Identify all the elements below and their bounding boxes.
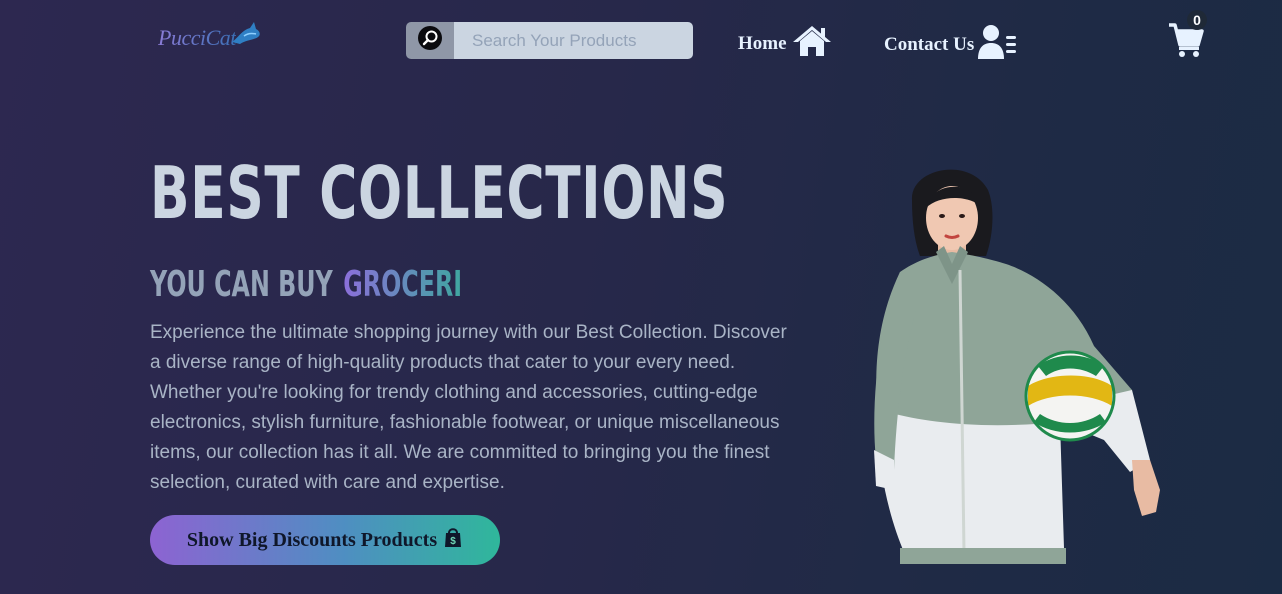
cart-icon xyxy=(1168,23,1204,62)
house-icon xyxy=(791,24,833,64)
nav-contact-label: Contact Us xyxy=(884,34,975,55)
cart-button[interactable]: 0 xyxy=(1168,10,1208,62)
hero-description: Experience the ultimate shopping journey… xyxy=(150,322,787,493)
svg-text:$: $ xyxy=(450,536,456,547)
cta-label: Show Big Discounts Products xyxy=(186,528,438,551)
brand-logo[interactable]: PucciCat xyxy=(158,20,268,56)
hero-title: BEST COLLECTIONS xyxy=(150,151,729,235)
nav-contact-link[interactable]: Contact Us xyxy=(884,24,1018,66)
user-lines-icon xyxy=(978,24,1018,66)
show-discounts-button[interactable]: Show Big Discounts Products $ xyxy=(150,515,500,565)
hero-subtitle-accent: GROCERI xyxy=(343,264,463,305)
cart-count-badge: 0 xyxy=(1187,10,1207,30)
hero-model-image xyxy=(860,160,1180,564)
hero-subtitle: YOU CAN BUY GROCERI xyxy=(150,262,462,308)
search-input[interactable] xyxy=(454,22,693,59)
hero-subtitle-lead: YOU CAN BUY xyxy=(150,264,333,305)
nav-home-label: Home xyxy=(738,33,787,54)
search-bar xyxy=(406,22,693,59)
search-icon xyxy=(417,25,443,56)
logo-text: PucciCat xyxy=(158,25,236,50)
cat-logo-icon xyxy=(231,22,260,44)
search-button[interactable] xyxy=(406,22,454,59)
nav-home-link[interactable]: Home xyxy=(738,24,833,64)
shopping-bag-icon: $ xyxy=(443,526,463,554)
